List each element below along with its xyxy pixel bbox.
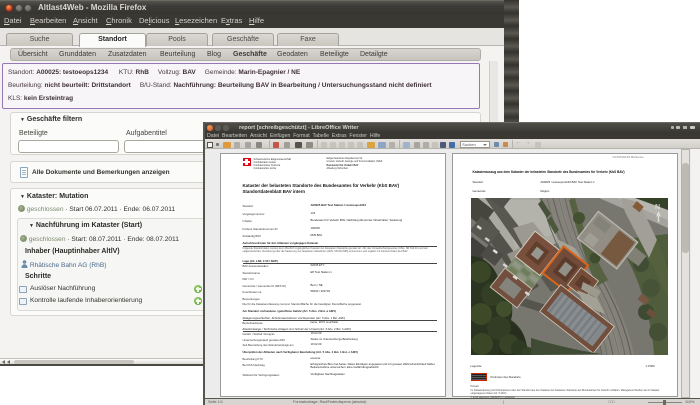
svg-text:N: N [655,204,660,211]
